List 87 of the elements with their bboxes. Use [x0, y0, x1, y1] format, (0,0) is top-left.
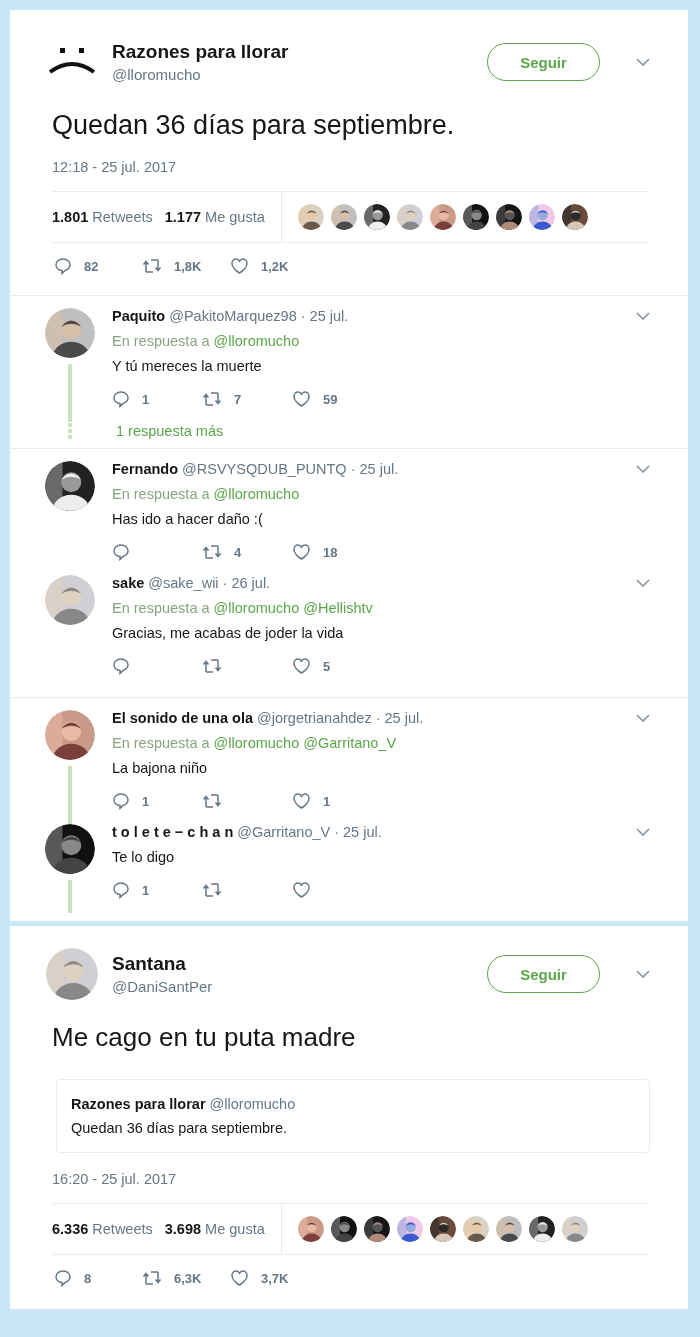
- chevron-down-icon[interactable]: [636, 827, 650, 837]
- author-handle[interactable]: @sake_wii: [148, 575, 219, 591]
- quoted-text: Quedan 36 días para septiembre.: [71, 1120, 289, 1136]
- reply-text: La bajona niño: [112, 760, 209, 776]
- like-count: 5: [323, 658, 331, 674]
- chevron-down-icon[interactable]: [636, 57, 650, 67]
- tweet-date[interactable]: · 25 jul.: [334, 824, 382, 840]
- retweet-count: 1,8K: [174, 258, 202, 274]
- tweet-date[interactable]: · 25 jul.: [300, 308, 349, 324]
- author-handle[interactable]: @Garritano_V: [237, 824, 331, 840]
- quoted-author-handle: @lloromucho: [209, 1096, 296, 1112]
- heart-icon[interactable]: [292, 543, 311, 561]
- reply-icon[interactable]: [112, 390, 130, 408]
- retweet-icon[interactable]: [142, 1269, 162, 1287]
- author-handle[interactable]: @RSVYSQDUB_PUNTQ: [182, 461, 347, 477]
- retweets-stat[interactable]: 1.801 Retweets: [52, 209, 153, 225]
- author-name[interactable]: El sonido de una ola: [112, 710, 253, 726]
- retweet-icon[interactable]: [202, 657, 222, 675]
- quoted-author-name: Razones para llorar: [71, 1096, 206, 1112]
- like-count: 3,7K: [261, 1270, 289, 1286]
- like-count: 59: [323, 391, 338, 407]
- reply-icon[interactable]: [112, 543, 130, 561]
- likes-stat[interactable]: 3.698 Me gusta: [164, 1221, 265, 1237]
- retweet-icon[interactable]: [202, 792, 222, 810]
- chevron-down-icon[interactable]: [636, 969, 650, 979]
- like-count: 1,2K: [261, 258, 289, 274]
- heart-icon[interactable]: [292, 792, 311, 810]
- timestamp: 12:18 - 25 jul. 2017: [52, 159, 178, 175]
- tweet-text: Quedan 36 días para septiembre.: [52, 110, 456, 141]
- retweet-icon[interactable]: [142, 257, 162, 275]
- replie-count: 82: [84, 258, 99, 274]
- quoted-tweet[interactable]: Razones para llorar @lloromucho Quedan 36 días para septiembre.: [56, 1079, 650, 1153]
- reply-icon[interactable]: [112, 792, 130, 810]
- author-handle[interactable]: @PakitoMarquez98: [169, 308, 297, 324]
- reply-text: Te lo digo: [112, 849, 176, 865]
- heart-icon[interactable]: [230, 257, 249, 275]
- chevron-down-icon[interactable]: [636, 311, 650, 321]
- author-name[interactable]: Paquito: [112, 308, 166, 324]
- replie-count: 8: [84, 1270, 92, 1286]
- reply-text: Y tú mereces la muerte: [112, 358, 263, 374]
- retweet-count: 7: [234, 391, 242, 407]
- retweet-icon[interactable]: [202, 543, 222, 561]
- reply-icon[interactable]: [112, 881, 130, 899]
- like-count: 18: [323, 544, 338, 560]
- like-count: 1: [323, 793, 331, 809]
- reply-icon[interactable]: [54, 257, 72, 275]
- replie-count: 1: [142, 882, 150, 898]
- heart-icon[interactable]: [292, 657, 311, 675]
- retweet-count: 4: [234, 544, 242, 560]
- reply-to-line: En respuesta a @lloromucho @Hellishtv: [112, 600, 374, 616]
- chevron-down-icon[interactable]: [636, 713, 650, 723]
- author-name[interactable]: t o l e t e − c h a n: [112, 824, 234, 840]
- tweet-date[interactable]: · 25 jul.: [350, 461, 399, 477]
- thread-dots-icon: [67, 422, 73, 440]
- author-name[interactable]: Fernando: [112, 461, 179, 477]
- follow-button[interactable]: Seguir: [487, 955, 600, 993]
- tweet-date[interactable]: · 26 jul.: [222, 575, 271, 591]
- reply-text: Has ido a hacer daño :(: [112, 511, 264, 527]
- replie-count: 1: [142, 793, 150, 809]
- chevron-down-icon[interactable]: [636, 578, 650, 588]
- retweet-count: 6,3K: [174, 1270, 202, 1286]
- more-replies-link[interactable]: 1 respuesta más: [116, 423, 650, 439]
- retweet-icon[interactable]: [202, 390, 222, 408]
- reply-to-line: En respuesta a @lloromucho: [112, 486, 301, 502]
- reply-icon[interactable]: [54, 1269, 72, 1287]
- heart-icon[interactable]: [292, 881, 311, 899]
- reply-icon[interactable]: [112, 657, 130, 675]
- author-name[interactable]: sake: [112, 575, 145, 591]
- tweet-date[interactable]: · 25 jul.: [375, 710, 424, 726]
- heart-icon[interactable]: [292, 390, 311, 408]
- reply-to-line: En respuesta a @lloromucho: [112, 333, 301, 349]
- timestamp: 16:20 - 25 jul. 2017: [52, 1171, 178, 1187]
- likes-stat[interactable]: 1.177 Me gusta: [164, 209, 265, 225]
- author-name[interactable]: Santana: [112, 953, 473, 975]
- retweet-icon[interactable]: [202, 881, 222, 899]
- retweets-stat[interactable]: 6.336 Retweets: [52, 1221, 153, 1237]
- author-handle[interactable]: @DaniSantPer: [112, 978, 473, 995]
- replie-count: 1: [142, 391, 150, 407]
- heart-icon[interactable]: [230, 1269, 249, 1287]
- author-name[interactable]: Razones para llorar: [112, 41, 473, 63]
- reply-text: Gracias, me acabas de joder la vida: [112, 625, 345, 641]
- author-handle[interactable]: @lloromucho: [112, 66, 473, 83]
- tweet-text: Me cago en tu puta madre: [52, 1022, 357, 1053]
- author-handle[interactable]: @jorgetrianahdez: [257, 710, 372, 726]
- chevron-down-icon[interactable]: [636, 464, 650, 474]
- reply-to-line: En respuesta a @lloromucho @Garritano_V: [112, 735, 398, 751]
- follow-button[interactable]: Seguir: [487, 43, 600, 81]
